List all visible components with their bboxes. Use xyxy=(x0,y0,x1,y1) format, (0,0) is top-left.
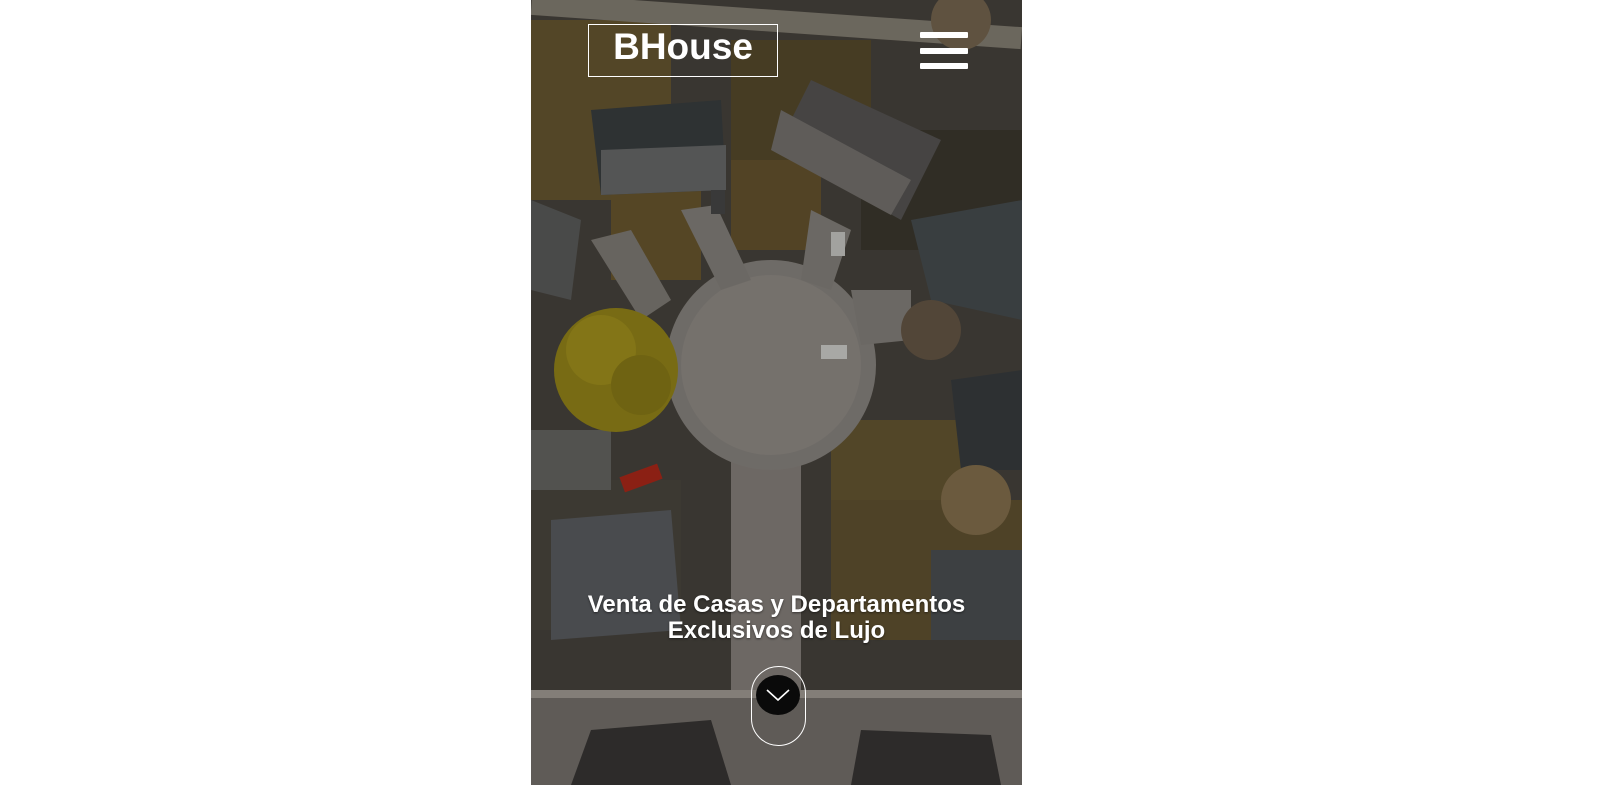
menu-button[interactable] xyxy=(920,32,968,72)
mobile-viewport: BHouse Venta de Casas y Departamentos Ex… xyxy=(531,0,1022,785)
chevron-down-icon xyxy=(766,689,790,702)
hero-title-line-1: Venta de Casas y Departamentos xyxy=(587,591,966,618)
hero-title: Venta de Casas y Departamentos Exclusivo… xyxy=(531,592,1022,644)
brand-logo[interactable]: BHouse xyxy=(588,24,778,77)
menu-bar-top xyxy=(920,32,968,38)
scroll-down-circle xyxy=(756,675,800,715)
menu-bar-middle xyxy=(920,48,968,54)
hero-title-line-2: Exclusivos de Lujo xyxy=(667,617,886,644)
menu-bar-bottom xyxy=(920,63,968,69)
brand-name: BHouse xyxy=(613,26,753,67)
scroll-down-button[interactable] xyxy=(751,666,806,746)
